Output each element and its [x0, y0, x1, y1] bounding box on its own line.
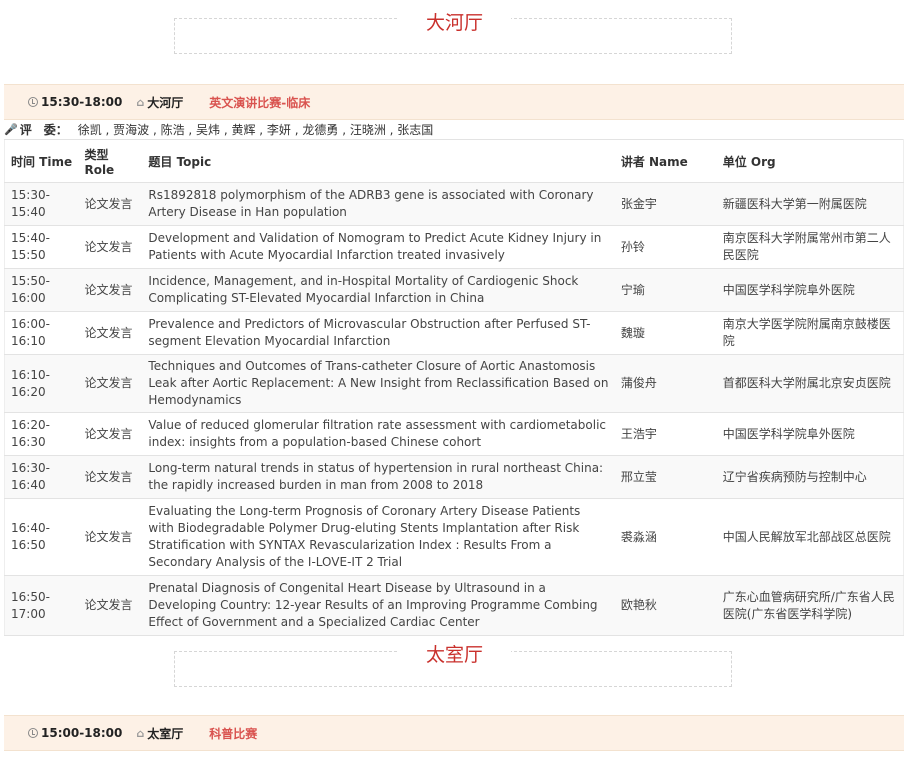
judges-label: 评 委： [19, 123, 68, 137]
header-time: 时间 Time [4, 139, 79, 183]
hall-title-text: 大河厅 [397, 12, 511, 34]
cell-topic: Development and Validation of Nomogram t… [142, 225, 615, 269]
cell-speaker: 蒲俊舟 [614, 354, 717, 413]
session-room-text: 大河厅 [147, 95, 184, 110]
schedule-table: 时间 Time 类型 Role 题目 Topic 讲者 Name 单位 Org … [4, 139, 904, 636]
table-header-row: 时间 Time 类型 Role 题目 Topic 讲者 Name 单位 Org [4, 139, 904, 183]
session-time-text: 15:30-18:00 [41, 95, 123, 109]
header-speaker: 讲者 Name [614, 139, 717, 183]
session-room-text: 太室厅 [147, 726, 184, 741]
cell-time: 16:00-16:10 [4, 311, 79, 355]
cell-role: 论文发言 [78, 225, 143, 269]
cell-speaker: 邢立莹 [614, 455, 717, 499]
session-header: 15:00-18:00 ⌂ 太室厅 科普比赛 [4, 715, 904, 751]
cell-topic: Prenatal Diagnosis of Congenital Heart D… [142, 575, 615, 636]
cell-time: 16:20-16:30 [4, 412, 79, 456]
table-row: 16:00-16:10 论文发言 Prevalence and Predictors… [4, 311, 904, 355]
cell-topic: Long-term natural trends in status of hy… [142, 455, 615, 499]
hall-title-text: 太室厅 [397, 644, 511, 666]
table-row: 16:10-16:20 论文发言 Techniques and Outcomes o… [4, 354, 904, 413]
cell-role: 论文发言 [78, 354, 143, 413]
cell-role: 论文发言 [78, 455, 143, 499]
clock-icon [28, 728, 38, 738]
header-topic: 题目 Topic [142, 139, 615, 183]
cell-role: 论文发言 [78, 498, 143, 576]
session-time: 15:00-18:00 [28, 726, 122, 740]
table-row: 16:20-16:30 论文发言 Value of reduced glomerul… [4, 412, 904, 456]
table-row: 15:40-15:50 论文发言 Development and Validatio… [4, 225, 904, 269]
cell-topic: Value of reduced glomerular filtration r… [142, 412, 615, 456]
cell-speaker: 裘淼涵 [614, 498, 717, 576]
cell-time: 16:40-16:50 [4, 498, 79, 576]
cell-time: 16:10-16:20 [4, 354, 79, 413]
cell-speaker: 魏璇 [614, 311, 717, 355]
cell-org: 南京医科大学附属常州市第二人民医院 [716, 225, 904, 269]
cell-org: 中国医学科学院阜外医院 [716, 412, 904, 456]
cell-speaker: 宁瑜 [614, 268, 717, 312]
cell-org: 中国医学科学院阜外医院 [716, 268, 904, 312]
cell-speaker: 欧艳秋 [614, 575, 717, 636]
cell-time: 16:30-16:40 [4, 455, 79, 499]
table-row: 16:30-16:40 论文发言 Long-term natural trends … [4, 455, 904, 499]
cell-topic: Prevalence and Predictors of Microvascul… [142, 311, 615, 355]
session-name[interactable]: 科普比赛 [209, 725, 257, 742]
judges-line: 🎤 评 委： 徐凯 , 贾海波 , 陈浩 , 吴炜 , 黄辉 , 李妍 , 龙德… [4, 121, 433, 138]
cell-topic: Rs1892818 polymorphism of the ADRB3 gene… [142, 182, 615, 226]
table-row: 15:50-16:00 论文发言 Incidence, Management, an… [4, 268, 904, 312]
cell-time: 15:40-15:50 [4, 225, 79, 269]
session-name[interactable]: 英文演讲比赛-临床 [209, 94, 310, 111]
header-org: 单位 Org [716, 139, 904, 183]
cell-role: 论文发言 [78, 311, 143, 355]
session-room: ⌂ 大河厅 [136, 94, 183, 111]
cell-org: 辽宁省疾病预防与控制中心 [716, 455, 904, 499]
cell-time: 15:50-16:00 [4, 268, 79, 312]
header-role: 类型 Role [78, 139, 143, 183]
cell-topic: Incidence, Management, and in-Hospital M… [142, 268, 615, 312]
session-time: 15:30-18:00 [28, 95, 122, 109]
table-row: 16:40-16:50 论文发言 Evaluating the Long-term … [4, 498, 904, 576]
home-icon: ⌂ [136, 95, 145, 109]
cell-org: 广东心血管病研究所/广东省人民医院(广东省医学科学院) [716, 575, 904, 636]
cell-org: 南京大学医学院附属南京鼓楼医院 [716, 311, 904, 355]
judges-names: 徐凯 , 贾海波 , 陈浩 , 吴炜 , 黄辉 , 李妍 , 龙德勇 , 汪晓洲… [77, 123, 434, 137]
cell-role: 论文发言 [78, 268, 143, 312]
cell-topic: Techniques and Outcomes of Trans-cathete… [142, 354, 615, 413]
cell-org: 首都医科大学附属北京安贞医院 [716, 354, 904, 413]
cell-time: 16:50-17:00 [4, 575, 79, 636]
cell-speaker: 张金宇 [614, 182, 717, 226]
home-icon: ⌂ [136, 726, 145, 740]
hall-title: 太室厅 [0, 640, 909, 667]
hall-title: 大河厅 [0, 8, 909, 35]
cell-speaker: 王浩宇 [614, 412, 717, 456]
cell-org: 新疆医科大学第一附属医院 [716, 182, 904, 226]
table-row: 16:50-17:00 论文发言 Prenatal Diagnosis of Con… [4, 575, 904, 636]
microphone-icon: 🎤 [4, 123, 18, 136]
cell-time: 15:30-15:40 [4, 182, 79, 226]
session-room: ⌂ 太室厅 [136, 725, 183, 742]
cell-role: 论文发言 [78, 575, 143, 636]
cell-role: 论文发言 [78, 182, 143, 226]
table-row: 15:30-15:40 论文发言 Rs1892818 polymorphism of… [4, 182, 904, 226]
cell-speaker: 孙铃 [614, 225, 717, 269]
cell-org: 中国人民解放军北部战区总医院 [716, 498, 904, 576]
clock-icon [28, 97, 38, 107]
cell-topic: Evaluating the Long-term Prognosis of Co… [142, 498, 615, 576]
session-header: 15:30-18:00 ⌂ 大河厅 英文演讲比赛-临床 [4, 84, 904, 120]
cell-role: 论文发言 [78, 412, 143, 456]
session-time-text: 15:00-18:00 [41, 726, 123, 740]
